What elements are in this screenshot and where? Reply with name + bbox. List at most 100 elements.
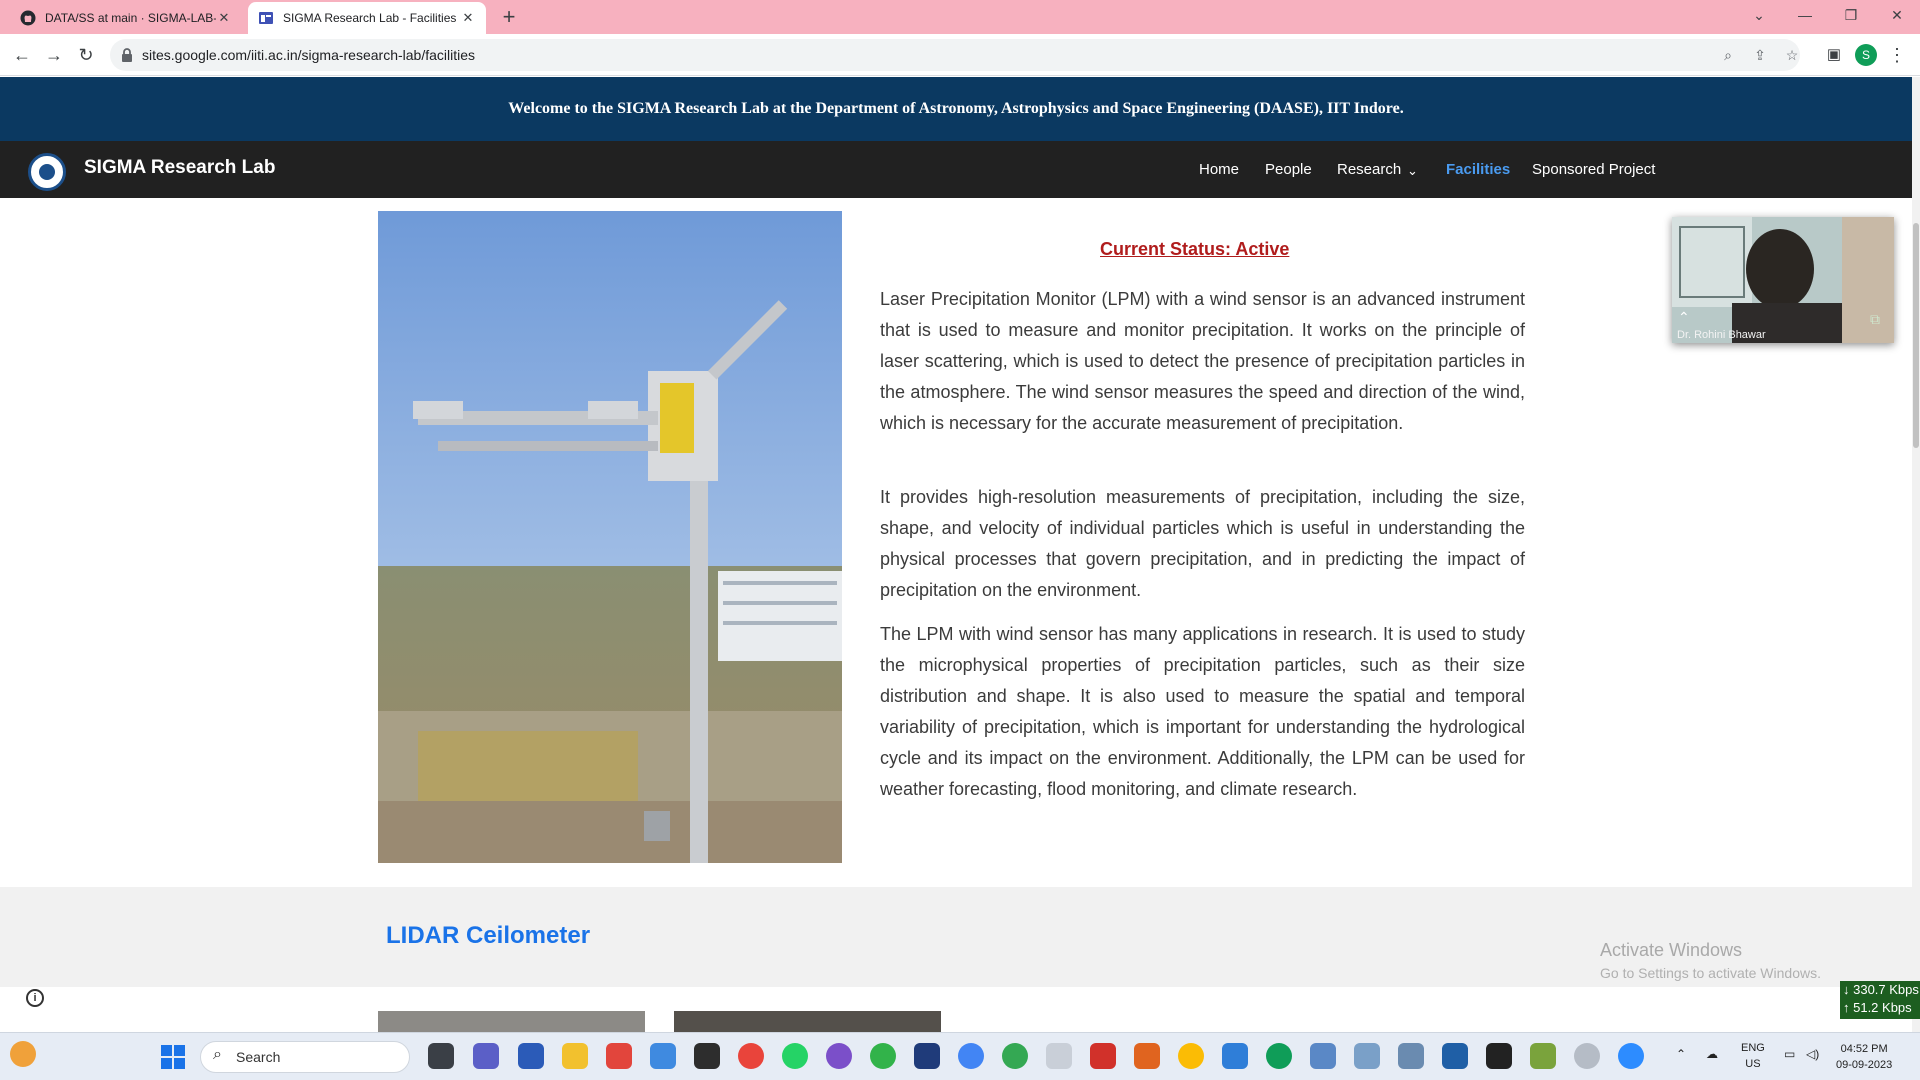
github-icon [20,10,36,26]
download-speed: ↓ 330.7 Kbps [1843,982,1919,997]
reload-icon[interactable]: ↻ [74,43,98,67]
back-arrow-icon[interactable]: ← [10,43,34,67]
tab-sigma-facilities[interactable]: SIGMA Research Lab - Facilities ✕ [248,2,486,34]
app-icon[interactable] [870,1043,896,1069]
site-navigation: SIGMA Research Lab Home People Research … [0,141,1912,198]
upload-speed: ↑ 51.2 Kbps [1843,1000,1912,1015]
url-text: sites.google.com/iiti.ac.in/sigma-resear… [142,47,476,63]
minimize-icon[interactable]: — [1782,0,1828,30]
chrome-icon[interactable] [738,1043,764,1069]
profile-avatar[interactable]: S [1855,44,1877,66]
close-tab-icon[interactable]: ✕ [216,10,232,26]
chrome-active-icon[interactable] [1266,1043,1292,1069]
file-explorer-icon[interactable] [562,1043,588,1069]
tab-title: DATA/SS at main · SIGMA-LAB-IIT [45,11,216,25]
chrome-profile-icon[interactable] [826,1043,852,1069]
nav-sponsored-project[interactable]: Sponsored Project [1532,161,1655,178]
chevron-up-icon[interactable]: ⌃ [1678,309,1690,326]
paragraph-lpm-intro: Laser Precipitation Monitor (LPM) with a… [880,289,1525,433]
zoom-icon[interactable] [1618,1043,1644,1069]
whatsapp-icon[interactable] [782,1043,808,1069]
welcome-banner: Welcome to the SIGMA Research Lab at the… [0,77,1912,141]
language-code: ENG [1741,1042,1765,1054]
restore-icon[interactable]: ❐ [1828,0,1874,30]
chart-app-icon[interactable] [1354,1043,1380,1069]
search-label: Search [236,1049,281,1065]
lidar-photo-2 [674,1011,941,1032]
cmd-icon[interactable] [1486,1043,1512,1069]
clock-date: 09-09-2023 [1836,1059,1893,1071]
chrome-profile-icon-3[interactable] [1002,1043,1028,1069]
terminal-icon[interactable] [694,1043,720,1069]
page-scrollbar[interactable] [1912,77,1920,1032]
nav-research[interactable]: Research [1337,161,1401,178]
excel-like-icon[interactable] [1530,1043,1556,1069]
site-title[interactable]: SIGMA Research Lab [84,157,275,179]
chrome-profile-icon-4[interactable] [1178,1043,1204,1069]
zoom-icon[interactable]: ⌕ [1718,45,1738,65]
teams-icon[interactable] [473,1043,499,1069]
nav-facilities[interactable]: Facilities [1446,161,1510,178]
lock-icon [122,48,132,62]
weather-widget-icon[interactable] [10,1041,36,1067]
popout-icon[interactable]: ⧉ [1870,311,1880,328]
store-icon[interactable] [650,1043,676,1069]
bookmark-star-icon[interactable]: ☆ [1782,45,1802,65]
taskbar-search-box[interactable]: ⌕ Search [200,1041,410,1073]
language-indicator[interactable]: ENG US [1741,1040,1765,1072]
nav-people[interactable]: People [1265,161,1312,178]
search-icon: ⌕ [213,1046,222,1063]
volume-icon[interactable]: ◁) [1806,1047,1819,1061]
close-window-icon[interactable]: ✕ [1874,0,1920,30]
chevron-down-icon[interactable]: ⌄ [1407,163,1418,179]
remote-desktop-icon[interactable] [1310,1043,1336,1069]
lidar-ceilometer-heading: LIDAR Ceilometer [386,922,591,949]
address-bar[interactable]: sites.google.com/iiti.ac.in/sigma-resear… [110,39,1800,71]
network-icon[interactable]: ▭ [1784,1047,1795,1061]
region-code: US [1745,1058,1761,1070]
activate-windows-subtitle: Go to Settings to activate Windows. [1600,965,1821,981]
browser-menu-icon[interactable]: ⋮ [1885,43,1909,67]
video-call-overlay[interactable]: ⌃ ⧉ Dr. Rohini Bhawar [1672,217,1894,343]
google-sites-icon [259,12,273,24]
paragraph-lpm-applications: The LPM with wind sensor has many applic… [880,624,1525,799]
onedrive-icon[interactable]: ☁ [1706,1047,1718,1061]
git-icon[interactable] [606,1043,632,1069]
windows-taskbar: ⌕ Search ⌃ ☁ ENG US ▭ ◁) 04:52 PM 09-09-… [0,1032,1920,1080]
activate-windows-title: Activate Windows [1600,940,1743,960]
forward-arrow-icon[interactable]: → [42,43,66,67]
tab-search-chevron-icon[interactable]: ⌄ [1736,0,1782,30]
system-clock[interactable]: 04:52 PM 09-09-2023 [1836,1041,1892,1073]
info-icon[interactable]: i [26,989,44,1007]
windows-start-icon[interactable] [161,1045,185,1069]
clock-app-icon[interactable] [1574,1043,1600,1069]
tray-chevron-icon[interactable]: ⌃ [1676,1047,1686,1061]
participant-name: Dr. Rohini Bhawar [1677,329,1766,341]
lpm-instrument-photo [378,211,842,863]
close-tab-icon[interactable]: ✕ [460,10,476,26]
nav-home[interactable]: Home [1199,161,1239,178]
tab-github[interactable]: DATA/SS at main · SIGMA-LAB-IIT ✕ [10,2,242,34]
share-icon[interactable]: ⇪ [1750,45,1770,65]
lab-logo[interactable] [28,153,66,191]
notepad-icon[interactable] [1442,1043,1468,1069]
browser-toolbar: ← → ↻ sites.google.com/iiti.ac.in/sigma-… [0,34,1920,76]
tab-title: SIGMA Research Lab - Facilities [283,11,457,25]
matlab-icon[interactable] [1134,1043,1160,1069]
clock-time: 04:52 PM [1840,1043,1888,1055]
scrollbar-thumb[interactable] [1913,223,1919,448]
network-speed-widget: ↓ 330.7 Kbps ↑ 51.2 Kbps [1840,981,1920,1019]
new-tab-button[interactable]: + [496,5,522,31]
powershell-icon[interactable] [518,1043,544,1069]
current-status-heading: Current Status: Active [1100,239,1290,259]
web-page: Welcome to the SIGMA Research Lab at the… [0,77,1920,1032]
app-icon-2[interactable] [1222,1043,1248,1069]
java-icon[interactable] [1046,1043,1072,1069]
monitor-icon[interactable] [1398,1043,1424,1069]
webex-icon[interactable] [914,1043,940,1069]
chrome-profile-icon-2[interactable] [958,1043,984,1069]
side-panel-icon[interactable]: ▣ [1822,43,1846,67]
task-view-icon[interactable] [428,1043,454,1069]
browser-tab-strip: DATA/SS at main · SIGMA-LAB-IIT ✕ SIGMA … [0,0,1920,34]
acrobat-icon[interactable] [1090,1043,1116,1069]
